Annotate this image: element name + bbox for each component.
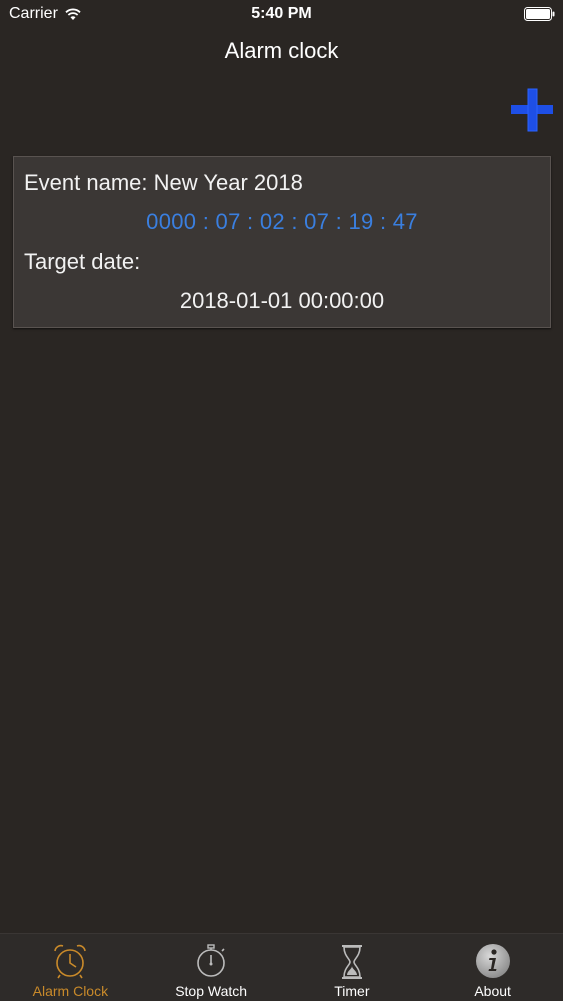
event-card[interactable]: Event name: New Year 2018 0000 : 07 : 02… [13,156,551,328]
tab-alarm-clock[interactable]: Alarm Clock [0,934,141,1001]
battery-icon [524,7,555,21]
status-time: 5:40 PM [251,5,312,22]
add-event-button[interactable] [510,88,554,132]
event-name: Event name: New Year 2018 [24,170,303,195]
tab-label: Stop Watch [175,983,248,999]
plus-icon [511,88,553,132]
tab-stop-watch[interactable]: Stop Watch [141,934,282,1001]
target-date-value: 2018-01-01 00:00:00 [179,288,385,313]
target-date-label: Target date: [24,249,141,274]
tab-about[interactable]: About [422,934,563,1001]
hourglass-icon [341,945,362,979]
page-title: Alarm clock [224,38,339,63]
tab-label: About [474,983,511,999]
info-icon [475,944,510,978]
status-bar: Carrier 5:40 PM [0,0,563,30]
countdown-display: 0000 : 07 : 02 : 07 : 19 : 47 [146,209,418,234]
alarm-clock-icon [54,944,87,979]
tab-label: Timer [334,983,370,999]
tab-bar: Alarm Clock Stop Watch Timer About [0,933,563,1001]
tab-timer[interactable]: Timer [282,934,423,1001]
tab-label: Alarm Clock [32,983,109,999]
stopwatch-icon [197,944,225,977]
